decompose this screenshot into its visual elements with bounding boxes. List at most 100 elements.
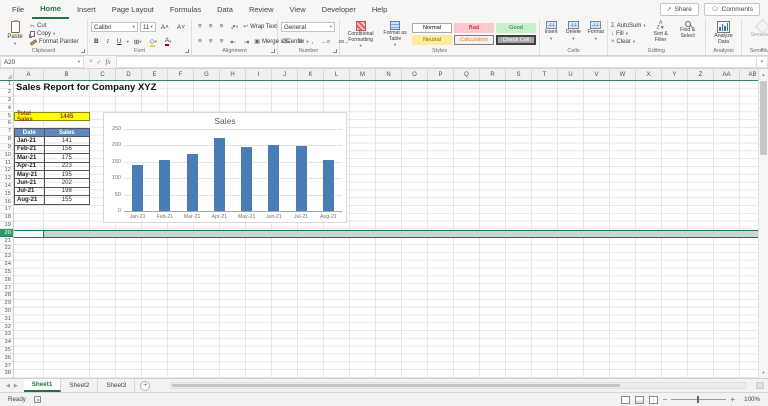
row-header-4[interactable]: 4: [0, 104, 13, 112]
cell-style-calculation[interactable]: Calculation: [454, 35, 494, 45]
sheet-nav-right-icon[interactable]: ▶: [14, 383, 18, 389]
column-header-A[interactable]: A: [14, 69, 44, 80]
font-dialog-launcher[interactable]: [185, 49, 189, 53]
sort-filter-button[interactable]: AZ▼ Sort & Filter: [649, 21, 673, 47]
chart-bar-jul-21[interactable]: [296, 146, 307, 211]
sales-data-table[interactable]: DateSalesJan-21141Feb-21156Mar-21175Apr-…: [14, 128, 90, 205]
column-header-O[interactable]: O: [402, 69, 428, 80]
align-bottom-button[interactable]: ≡: [217, 22, 226, 31]
row-header-37[interactable]: 37: [0, 362, 13, 370]
collapse-ribbon-icon[interactable]: ∧: [760, 47, 764, 53]
row-header-10[interactable]: 10: [0, 151, 13, 159]
ribbon-tab-insert[interactable]: Insert: [69, 0, 104, 19]
name-box[interactable]: A20▾: [0, 56, 84, 68]
align-right-button[interactable]: ≡: [217, 37, 226, 46]
row-header-29[interactable]: 29: [0, 300, 13, 308]
horizontal-scroll-thumb[interactable]: [172, 384, 619, 387]
column-header-Z[interactable]: Z: [688, 69, 714, 80]
row-header-32[interactable]: 32: [0, 323, 13, 331]
comments-button[interactable]: 🗨Comments: [704, 3, 760, 16]
column-header-D[interactable]: D: [116, 69, 142, 80]
row-header-38[interactable]: 38: [0, 370, 13, 378]
column-header-I[interactable]: I: [246, 69, 272, 80]
chart-bar-may-21[interactable]: [241, 147, 252, 211]
font-size-select[interactable]: 11▾: [140, 22, 156, 32]
table-row[interactable]: May-21195: [15, 171, 90, 179]
row-header-1[interactable]: 1: [0, 81, 13, 89]
cell-style-check-cell[interactable]: Check Cell: [496, 35, 536, 45]
share-button[interactable]: ↗Share: [660, 3, 699, 16]
row-header-2[interactable]: 2: [0, 89, 13, 97]
ribbon-tab-review[interactable]: Review: [241, 0, 282, 19]
row-header-34[interactable]: 34: [0, 339, 13, 347]
comma-style-button[interactable]: ,: [309, 37, 317, 46]
chart-bar-jan-21[interactable]: [132, 165, 143, 211]
zoom-out-icon[interactable]: −: [663, 396, 668, 404]
cells-insert-button[interactable]: Insert▾: [543, 21, 559, 47]
row-header-17[interactable]: 17: [0, 206, 13, 214]
ribbon-tab-developer[interactable]: Developer: [314, 0, 364, 19]
number-dialog-launcher[interactable]: [333, 49, 337, 53]
number-format-select[interactable]: General▾: [281, 22, 335, 32]
row-header-24[interactable]: 24: [0, 261, 13, 269]
row-header-13[interactable]: 13: [0, 175, 13, 183]
column-header-X[interactable]: X: [636, 69, 662, 80]
horizontal-scrollbar[interactable]: [170, 382, 746, 389]
accounting-format-button[interactable]: $▾: [281, 37, 293, 46]
row-header-22[interactable]: 22: [0, 245, 13, 253]
row-header-21[interactable]: 21: [0, 237, 13, 245]
chart-bar-jun-21[interactable]: [268, 145, 279, 211]
bold-button[interactable]: B: [91, 37, 102, 46]
paste-dropdown-icon[interactable]: ▾: [14, 41, 16, 47]
row-header-30[interactable]: 30: [0, 308, 13, 316]
font-name-select[interactable]: Calibri▾: [91, 22, 138, 32]
decrease-indent-button[interactable]: ⇤: [227, 37, 238, 46]
ribbon-tab-home[interactable]: Home: [32, 0, 69, 19]
paste-button[interactable]: Paste ▾: [3, 21, 27, 47]
format-as-table-button[interactable]: Format as Table▾: [381, 21, 409, 48]
column-header-Q[interactable]: Q: [454, 69, 480, 80]
scroll-up-icon[interactable]: ▲: [759, 69, 768, 80]
clipboard-dialog-launcher[interactable]: [81, 49, 85, 53]
vertical-scroll-thumb[interactable]: [760, 81, 767, 155]
select-all-corner[interactable]: [0, 69, 14, 81]
column-header-V[interactable]: V: [584, 69, 610, 80]
sheet-tab-sheet3[interactable]: Sheet3: [98, 379, 135, 392]
alignment-dialog-launcher[interactable]: [271, 49, 275, 53]
row-header-19[interactable]: 19: [0, 222, 13, 230]
scrollbar-split-handle[interactable]: [756, 382, 764, 389]
row-header-11[interactable]: 11: [0, 159, 13, 167]
ribbon-tab-page-layout[interactable]: Page Layout: [104, 0, 162, 19]
page-layout-view-icon[interactable]: [635, 396, 644, 404]
column-header-K[interactable]: K: [298, 69, 324, 80]
table-row[interactable]: Feb-21156: [15, 146, 90, 154]
align-center-button[interactable]: ≡: [206, 37, 215, 46]
row-header-31[interactable]: 31: [0, 315, 13, 323]
row-header-28[interactable]: 28: [0, 292, 13, 300]
table-row[interactable]: Aug-21155: [15, 196, 90, 204]
column-header-R[interactable]: R: [480, 69, 506, 80]
column-header-L[interactable]: L: [324, 69, 350, 80]
cell-style-bad[interactable]: Bad: [454, 23, 494, 33]
row-header-12[interactable]: 12: [0, 167, 13, 175]
row-header-20[interactable]: 20: [0, 229, 13, 237]
ribbon-tab-view[interactable]: View: [282, 0, 314, 19]
total-sales-row[interactable]: Total Sales 1445: [14, 112, 90, 121]
chart-bar-mar-21[interactable]: [187, 154, 198, 211]
chart-bar-aug-21[interactable]: [323, 160, 334, 211]
active-cell-a20[interactable]: [14, 231, 44, 238]
increase-decimal-button[interactable]: ←.0: [318, 37, 332, 46]
insert-function-icon[interactable]: fx: [106, 58, 111, 66]
column-header-B[interactable]: B: [44, 69, 90, 80]
column-header-P[interactable]: P: [428, 69, 454, 80]
column-header-N[interactable]: N: [376, 69, 402, 80]
cell-style-good[interactable]: Good: [496, 23, 536, 33]
sheet-nav-left-icon[interactable]: ◀: [6, 383, 10, 389]
column-header-AB[interactable]: AB: [740, 69, 758, 80]
new-sheet-button[interactable]: +: [140, 381, 150, 391]
column-header-M[interactable]: M: [350, 69, 376, 80]
borders-button[interactable]: ⊞▾: [131, 37, 145, 46]
analyze-data-button[interactable]: Analyze Data: [709, 21, 738, 47]
chart-bar-feb-21[interactable]: [159, 160, 170, 211]
zoom-slider[interactable]: [671, 399, 726, 400]
